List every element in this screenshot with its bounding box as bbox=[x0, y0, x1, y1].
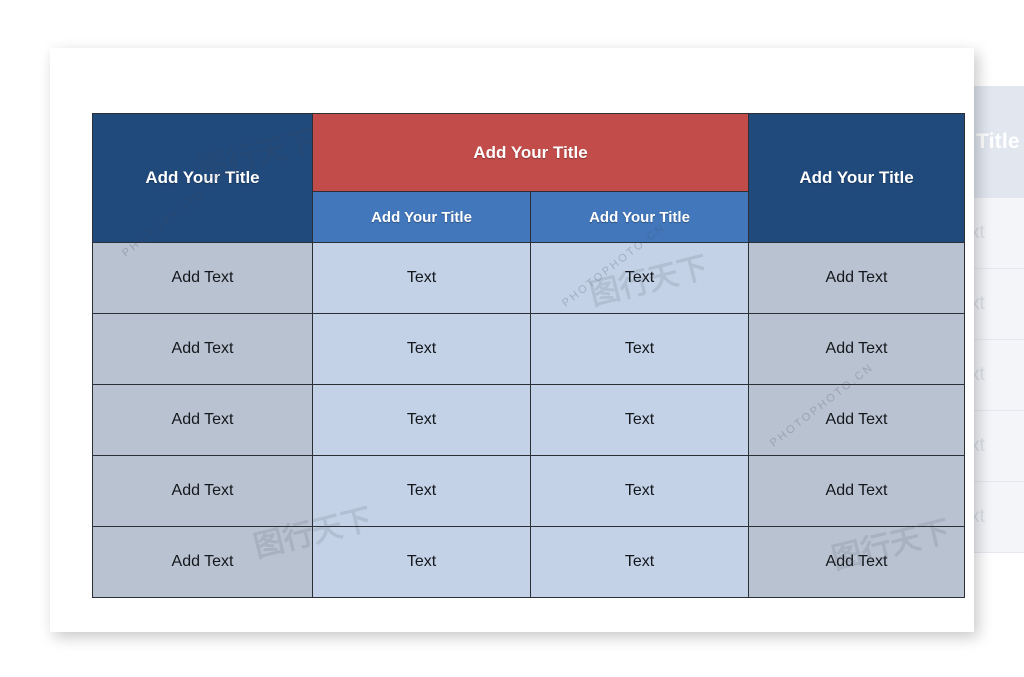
header-col4-title[interactable]: Add Your Title bbox=[748, 113, 966, 243]
table-row: Add Text Text Text Add Text bbox=[92, 455, 966, 527]
table-row: Add Text Text Text Add Text bbox=[92, 526, 966, 598]
cell-r2c4[interactable]: Add Text bbox=[748, 313, 966, 385]
header-sub-col2-title[interactable]: Add Your Title bbox=[312, 191, 531, 243]
table-row: Add Text Text Text Add Text bbox=[92, 313, 966, 385]
table-body: Add Text Text Text Add Text Add Text Tex… bbox=[92, 242, 966, 598]
cell-r5c1[interactable]: Add Text bbox=[92, 526, 313, 598]
cell-r2c1[interactable]: Add Text bbox=[92, 313, 313, 385]
header-sub-col3-title[interactable]: Add Your Title bbox=[529, 191, 750, 243]
table-row: Add Text Text Text Add Text bbox=[92, 242, 966, 314]
cell-r4c4[interactable]: Add Text bbox=[748, 455, 966, 527]
slide-card: Add Your Title Add Your Title Add Your T… bbox=[50, 48, 974, 632]
cell-r5c3[interactable]: Text bbox=[529, 526, 750, 598]
cell-r1c2[interactable]: Text bbox=[312, 242, 531, 314]
header-col1-title[interactable]: Add Your Title bbox=[92, 113, 313, 243]
cell-r3c4[interactable]: Add Text bbox=[748, 384, 966, 456]
cell-r5c4[interactable]: Add Text bbox=[748, 526, 966, 598]
data-table: Add Your Title Add Your Title Add Your T… bbox=[92, 113, 966, 598]
cell-r4c2[interactable]: Text bbox=[312, 455, 531, 527]
table-row: Add Text Text Text Add Text bbox=[92, 384, 966, 456]
cell-r3c2[interactable]: Text bbox=[312, 384, 531, 456]
cell-r4c1[interactable]: Add Text bbox=[92, 455, 313, 527]
cell-r2c3[interactable]: Text bbox=[529, 313, 750, 385]
cell-r3c3[interactable]: Text bbox=[529, 384, 750, 456]
cell-r5c2[interactable]: Text bbox=[312, 526, 531, 598]
header-group-title[interactable]: Add Your Title bbox=[311, 113, 750, 192]
cell-r1c4[interactable]: Add Text bbox=[748, 242, 966, 314]
cell-r1c1[interactable]: Add Text bbox=[92, 242, 313, 314]
cell-r1c3[interactable]: Text bbox=[529, 242, 750, 314]
cell-r3c1[interactable]: Add Text bbox=[92, 384, 313, 456]
table-header: Add Your Title Add Your Title Add Your T… bbox=[92, 113, 966, 243]
cell-r2c2[interactable]: Text bbox=[312, 313, 531, 385]
table-header-row-top: Add Your Title Add Your Title Add Your T… bbox=[92, 113, 966, 243]
cell-r4c3[interactable]: Text bbox=[529, 455, 750, 527]
